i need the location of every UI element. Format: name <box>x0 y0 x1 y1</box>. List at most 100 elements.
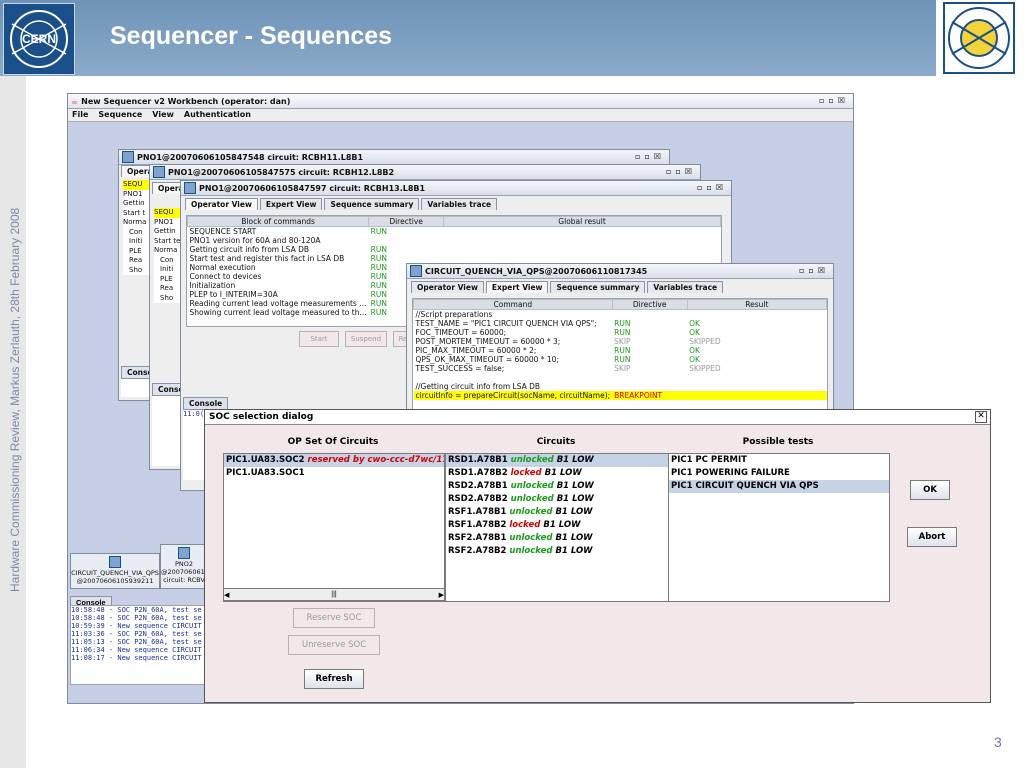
command-cell: TEST_SUCCESS = false; <box>415 364 505 373</box>
soc-selection-dialog[interactable]: SOC selection dialog ✕ OP Set Of Circuit… <box>204 409 991 703</box>
circuit-list-item[interactable]: RSD2.A78B2 unlocked B1 LOW <box>446 493 668 506</box>
quench-window-titlebar[interactable]: CIRCUIT_QUENCH_VIA_QPS@20070606110817345… <box>407 264 833 279</box>
table-row[interactable]: FOC_TIMEOUT = 60000; RUN OK <box>414 328 827 337</box>
list-item: Con <box>129 227 143 236</box>
tab-sequence-summary[interactable]: Sequence summary <box>550 281 646 293</box>
circuit-list-item[interactable]: RSF2.A78B1 unlocked B1 LOW <box>446 532 668 545</box>
table-row[interactable]: SEQUENCE START RUN <box>188 227 721 236</box>
circuit-list-item[interactable]: RSD1.A78B1 unlocked B1 LOW <box>446 454 668 467</box>
table-row[interactable]: //Script preparations <box>414 310 827 319</box>
tab-variables-trace[interactable]: Variables trace <box>421 198 498 210</box>
workbench-titlebar[interactable]: ☕ New Sequencer v2 Workbench (operator: … <box>68 94 853 109</box>
menu-view[interactable]: View <box>152 109 174 121</box>
scroll-thumb[interactable]: ||| <box>331 591 336 598</box>
circuit-name: RSF1.A78B1 <box>448 507 507 517</box>
soc-list[interactable]: PIC1.UA83.SOC2 reserved by cwo-ccc-d7wc/… <box>223 453 445 602</box>
scroll-left-icon[interactable]: ◀ <box>224 591 229 599</box>
column-header[interactable]: Command <box>413 299 613 310</box>
dialog-title: SOC selection dialog <box>209 412 314 422</box>
list-item: Sho <box>129 265 143 274</box>
result-cell: OK <box>689 319 700 328</box>
tab-variables-trace[interactable]: Variables trace <box>647 281 724 293</box>
page-number: 3 <box>994 734 1002 750</box>
table-row[interactable]: Start test and register this fact in LSA… <box>188 254 721 263</box>
window-controls-icon[interactable]: ▫▫☒ <box>666 167 696 176</box>
test-list-item[interactable]: PIC1 CIRCUIT QUENCH VIA QPS <box>669 480 889 493</box>
circuit-level: LOW <box>570 533 593 543</box>
column-header[interactable]: Global result <box>443 216 721 227</box>
column-header[interactable]: Block of commands <box>187 216 370 227</box>
table-row[interactable]: POST_MORTEM_TIMEOUT = 60000 * 3; SKIP SKIP… <box>414 337 827 346</box>
close-icon[interactable]: ✕ <box>975 411 987 423</box>
soc-list-item[interactable]: PIC1.UA83.SOC2 reserved by cwo-ccc-d7wc/… <box>224 454 444 467</box>
reserve-soc-button[interactable]: Reserve SOC <box>293 608 375 628</box>
scroll-right-icon[interactable]: ▶ <box>439 591 444 599</box>
command-cell: Reading current lead voltage measurement… <box>189 299 367 308</box>
window-controls-icon[interactable]: ▫▫☒ <box>635 152 665 161</box>
unreserve-soc-button[interactable]: Unreserve SOC <box>288 635 380 655</box>
sequence-icon <box>153 166 165 178</box>
seq-window-3-titlebar[interactable]: PNO1@20070606105847597 circuit: RCBH13.L… <box>181 181 731 196</box>
column-header[interactable]: Directive <box>368 216 445 227</box>
circuit-list-item[interactable]: RSD1.A78B2 locked B1 LOW <box>446 467 668 480</box>
circuit-lock-state: unlocked <box>509 533 553 543</box>
minimized-label: @20070606110 <box>161 568 208 576</box>
circuit-list-item[interactable]: RSF2.A78B2 unlocked B1 LOW <box>446 545 668 558</box>
console-area <box>152 396 182 466</box>
soc-list-item[interactable]: PIC1.UA83.SOC1 <box>224 467 444 480</box>
directive-cell <box>369 236 444 245</box>
start-button[interactable]: Start <box>299 331 339 347</box>
circuit-list-item[interactable]: RSF1.A78B2 locked B1 LOW <box>446 519 668 532</box>
soc-list-scrollbar[interactable]: ◀ ||| ▶ <box>223 588 445 601</box>
tab-expert-view[interactable]: Expert View <box>485 281 549 293</box>
table-row[interactable]: PNO1 version for 60A and 80-120A <box>188 236 721 245</box>
seq-window-1-titlebar[interactable]: PNO1@20070606105847548 circuit: RCBH11.L… <box>119 150 669 165</box>
quench-window-title: CIRCUIT_QUENCH_VIA_QPS@20070606110817345 <box>425 266 648 276</box>
list-item: Start te <box>154 236 181 245</box>
sequence-icon <box>184 182 196 194</box>
menu-file[interactable]: File <box>72 109 88 121</box>
result-cell <box>687 373 826 382</box>
circuit-beam: B1 <box>555 507 568 517</box>
table-row[interactable]: QPS_OK_MAX_TIMEOUT = 60000 * 10; RUN OK <box>414 355 827 364</box>
dialog-titlebar[interactable]: SOC selection dialog ✕ <box>205 410 990 425</box>
quench-window[interactable]: CIRCUIT_QUENCH_VIA_QPS@20070606110817345… <box>406 263 834 411</box>
minimized-frame-2[interactable]: PNO2 @20070606110 circuit: RCBV <box>160 544 208 589</box>
window-controls-icon[interactable]: ▫▫☒ <box>697 183 727 192</box>
menu-authentication[interactable]: Authentication <box>184 109 251 121</box>
suspend-button[interactable]: Suspend <box>345 331 387 347</box>
table-row[interactable]: Getting circuit info from LSA DB RUN <box>188 245 721 254</box>
abort-button[interactable]: Abort <box>907 527 957 547</box>
test-list-item[interactable]: PIC1 POWERING FAILURE <box>669 467 889 480</box>
soc-column-header: OP Set Of Circuits <box>287 437 379 447</box>
circuit-list-item[interactable]: RSD2.A78B1 unlocked B1 LOW <box>446 480 668 493</box>
table-row[interactable]: PIC_MAX_TIMEOUT = 60000 * 2; RUN OK <box>414 346 827 355</box>
circuit-list-item[interactable]: RSF1.A78B1 unlocked B1 LOW <box>446 506 668 519</box>
table-row[interactable] <box>414 373 827 382</box>
side-footer-text: Hardware Commissioning Review, Markus Ze… <box>8 207 22 592</box>
column-header[interactable]: Directive <box>611 299 688 310</box>
table-row[interactable]: TEST_SUCCESS = false; SKIP SKIPPED <box>414 364 827 373</box>
table-row[interactable]: TEST_NAME = "PIC1 CIRCUIT QUENCH VIA QPS… <box>414 319 827 328</box>
ok-button[interactable]: OK <box>910 480 950 500</box>
circuit-name: RSD2.A78B2 <box>448 494 508 504</box>
list-item: PNO1 <box>123 189 143 198</box>
minimized-frame-1[interactable]: CIRCUIT_QUENCH_VIA_QPS @2007060610593921… <box>70 553 160 589</box>
circuits-list[interactable]: RSD1.A78B1 unlocked B1 LOW RSD1.A78B2 loc… <box>445 453 669 602</box>
tab-operator-view[interactable]: Operator View <box>185 198 258 210</box>
cern-logo: CERN <box>3 3 75 75</box>
tests-list[interactable]: PIC1 PC PERMIT PIC1 POWERING FAILURE PIC1 … <box>668 453 890 602</box>
table-row[interactable]: circuitInfo = prepareCircuit(socName, ci… <box>413 391 827 400</box>
column-header[interactable]: Result <box>686 299 827 310</box>
test-list-item[interactable]: PIC1 PC PERMIT <box>669 454 889 467</box>
menu-sequence[interactable]: Sequence <box>98 109 142 121</box>
seq-window-2-titlebar[interactable]: PNO1@20070606105847575 circuit: RCBH12.L… <box>150 165 700 180</box>
tab-expert-view[interactable]: Expert View <box>259 198 323 210</box>
window-controls-icon[interactable]: ▫▫☒ <box>799 266 829 275</box>
table-row[interactable]: //Getting circuit info from LSA DB <box>414 382 827 391</box>
tab-operator-view[interactable]: Operator View <box>411 281 484 293</box>
quench-commands-table[interactable]: Command Directive Result //Script prepar… <box>412 298 828 411</box>
refresh-button[interactable]: Refresh <box>304 669 364 689</box>
tab-sequence-summary[interactable]: Sequence summary <box>324 198 420 210</box>
window-controls-icon[interactable]: ▫▫☒ <box>819 96 849 105</box>
